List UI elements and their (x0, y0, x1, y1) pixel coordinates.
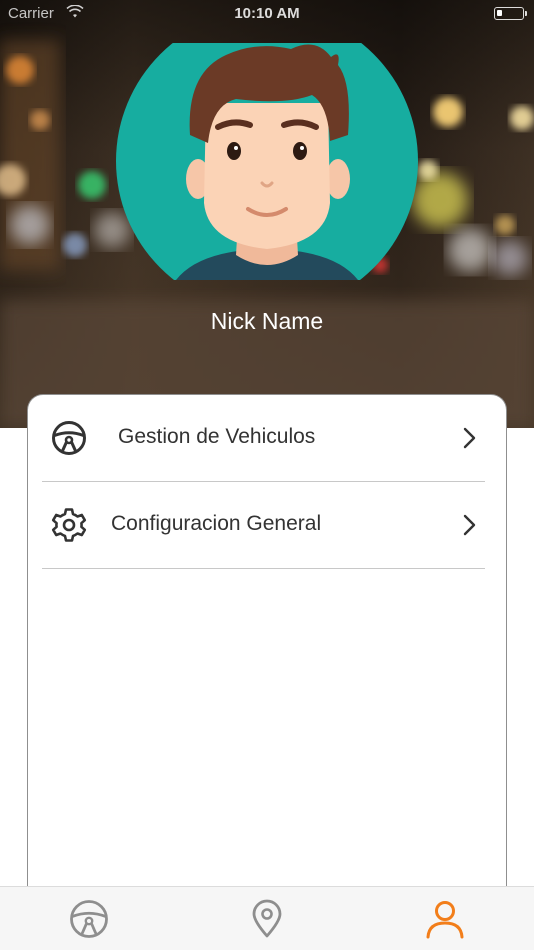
menu-item-vehicle-management[interactable]: Gestion de Vehiculos (42, 395, 485, 482)
user-icon (426, 901, 464, 939)
chevron-right-icon (463, 427, 476, 449)
location-pin-icon (252, 899, 282, 938)
status-time: 10:10 AM (234, 5, 300, 22)
nick-name: Nick Name (210, 308, 324, 334)
menu-item-label: Gestion de Vehiculos (118, 425, 316, 448)
tab-bar (0, 886, 534, 950)
profile-menu-card: Gestion de Vehiculos Configuracion Gener… (27, 394, 507, 914)
chevron-right-icon (463, 514, 476, 536)
status-bar: Carrier 10:10 AM (0, 0, 534, 28)
gear-icon (51, 508, 87, 542)
tab-location[interactable] (178, 887, 356, 950)
menu-item-label: Configuracion General (111, 512, 322, 535)
tab-profile[interactable] (356, 887, 534, 950)
steering-wheel-icon (52, 421, 86, 455)
steering-wheel-icon (70, 900, 108, 938)
avatar-illustration (116, 43, 418, 280)
profile-avatar (116, 43, 418, 280)
battery-level-fill (497, 10, 502, 16)
menu-item-general-settings[interactable]: Configuracion General (42, 482, 485, 569)
battery-icon (494, 7, 527, 20)
tab-vehicles[interactable] (0, 887, 178, 950)
